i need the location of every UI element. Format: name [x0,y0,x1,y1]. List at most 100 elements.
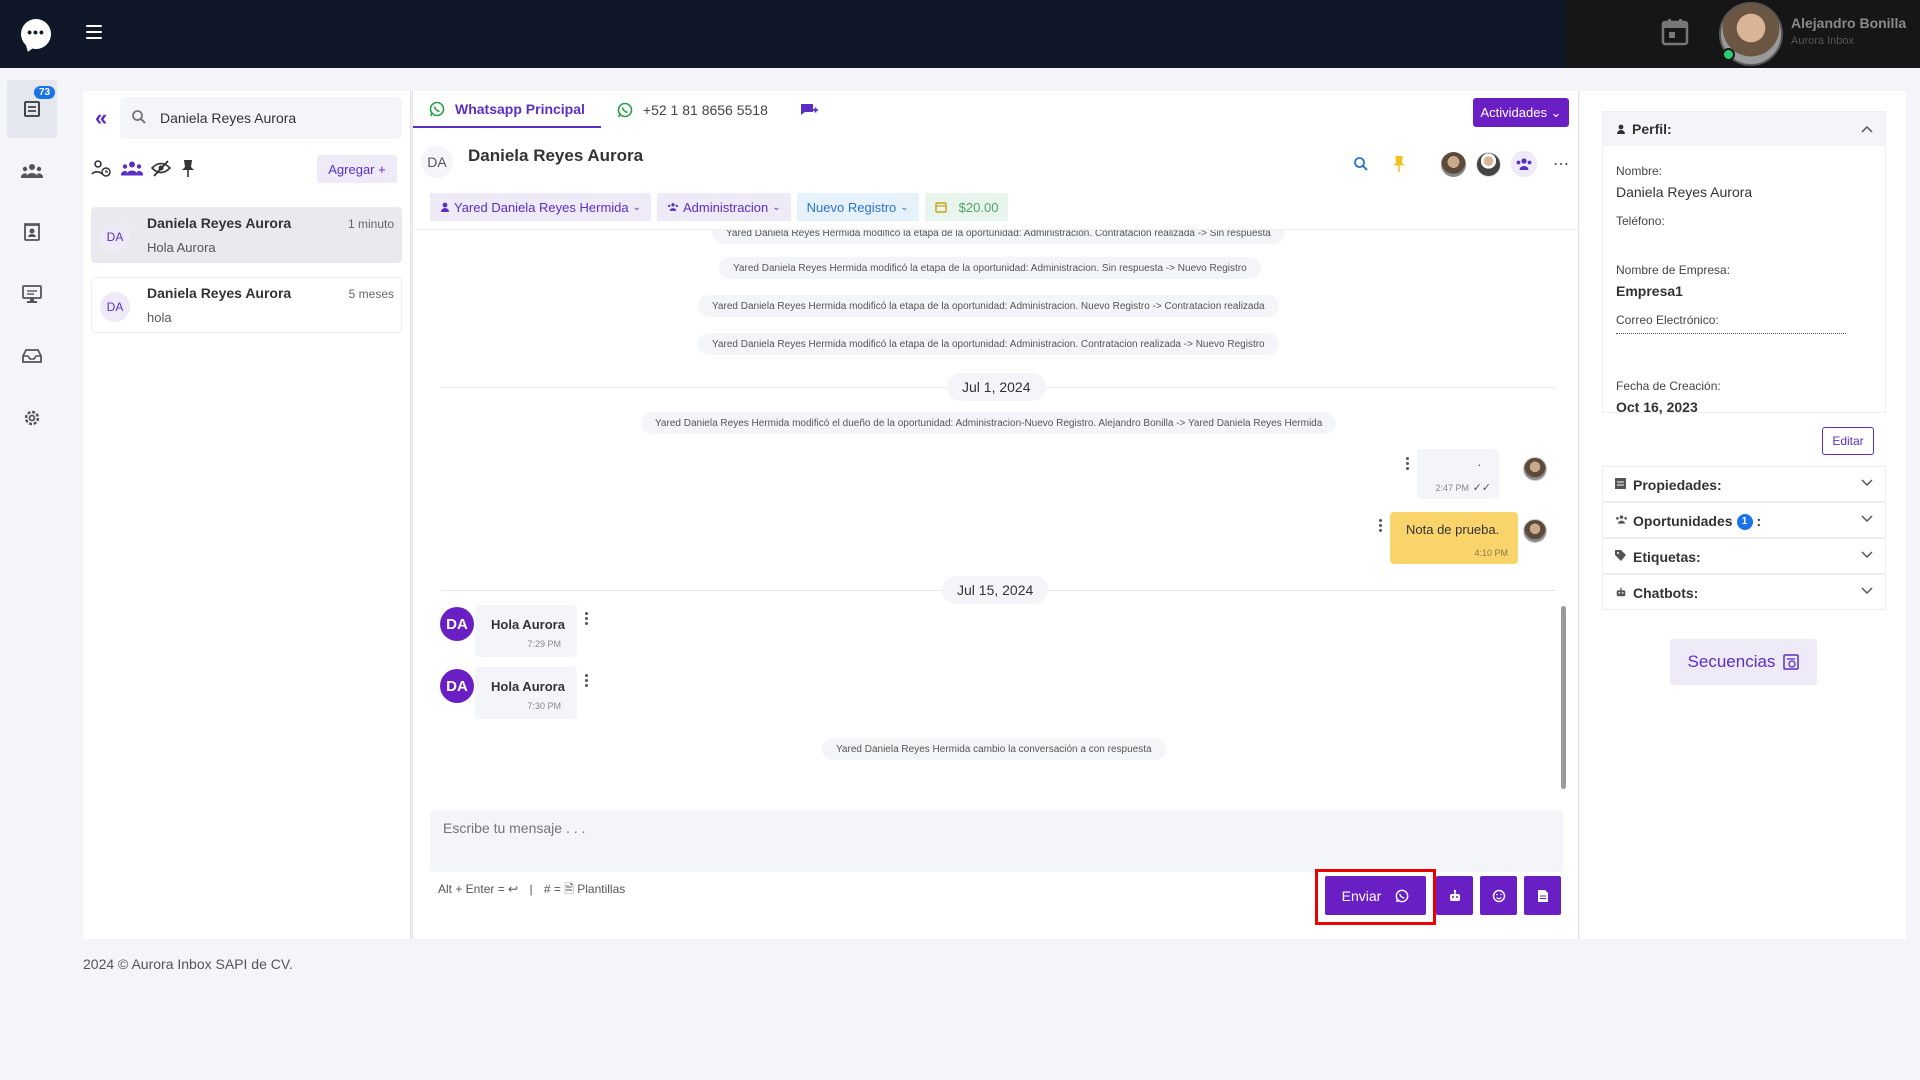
team-dropdown[interactable]: Administracion ⌄ [657,193,791,221]
team-filter-icon[interactable] [120,159,144,178]
message-options-icon[interactable] [1406,457,1410,471]
chatbots-section[interactable]: Chatbots: [1602,574,1886,610]
send-label: Enviar [1341,887,1382,904]
edit-button[interactable]: Editar [1822,427,1874,455]
agent-avatar[interactable] [1441,151,1466,177]
created-value: Oct 16, 2023 [1616,399,1698,415]
message-input[interactable] [430,810,1563,872]
opportunities-section[interactable]: Oportunidades 1 : [1602,502,1886,538]
phone-label: Teléfono: [1616,214,1665,228]
tab-new-chat[interactable] [784,91,834,128]
settings-icon [24,410,40,426]
contacts-icon [21,164,43,178]
chatbots-label: Chatbots: [1633,585,1699,601]
system-message: Yared Daniela Reyes Hermida modificó la … [712,230,1285,244]
team-icon[interactable] [1511,151,1537,177]
chevron-down-icon: ⌄ [900,201,909,213]
unread-count-badge: 73 [34,86,56,99]
contact-avatar: DA [421,146,453,178]
conversation-item[interactable]: DA Daniela Reyes Aurora 5 meses hola [91,277,402,333]
filter-icons [91,159,200,178]
profile-title: Perfil: [1632,121,1672,137]
message-text: Nota de prueba. [1406,522,1500,537]
emoji-button[interactable] [1480,876,1517,915]
message-options-icon[interactable] [585,674,589,688]
conversation-item[interactable]: DA Daniela Reyes Aurora 1 minuto Hola Au… [91,207,402,263]
profile-section-header[interactable]: Perfil: [1603,112,1885,146]
chevron-down-icon: ⌄ [632,201,642,213]
contact-name: Daniela Reyes Aurora [468,146,644,165]
chatbot-button[interactable] [1436,876,1473,915]
chevron-down-icon [1861,515,1873,523]
money-icon [934,202,947,213]
assigned-filter-icon[interactable] [91,159,111,178]
messages-scrollbar[interactable] [1561,606,1566,789]
search-input[interactable] [160,97,390,139]
conversation-time: 1 minuto [347,217,394,231]
contact-avatar: DA [100,292,130,322]
system-message: Yared Daniela Reyes Hermida modificó la … [698,333,1279,355]
send-shortcut-hint: Alt + Enter = ↩ [438,882,519,896]
nav-settings[interactable] [7,389,57,447]
conversations-icon [24,101,40,117]
conversation-search [120,97,402,139]
list-icon [1615,478,1626,489]
footer-copyright: 2024 © Aurora Inbox SAPI de CV. [83,956,293,972]
nav-contacts[interactable] [7,142,57,200]
add-conversation-button[interactable]: Agregar + [317,155,397,183]
date-label: Jul 15, 2024 [942,576,1049,604]
send-button[interactable]: Enviar [1325,876,1426,915]
template-button[interactable] [1524,876,1561,915]
nav-monitor[interactable] [7,265,57,323]
amount-tag[interactable]: $20.00 [924,193,1009,221]
activities-dropdown-button[interactable]: Actividades ⌄ [1473,98,1569,127]
templates-shortcut-hint: # = 🗎 Plantillas [543,882,626,896]
chat-bubble-logo-icon[interactable]: ••• [21,19,51,49]
calendar-icon[interactable] [1660,17,1690,47]
properties-section[interactable]: Propiedades: [1602,466,1886,502]
nav-agenda[interactable] [7,203,57,261]
sequence-icon [1783,654,1800,670]
user-name[interactable]: Alejandro Bonilla [1791,15,1906,31]
contact-avatar: DA [440,607,474,641]
opportunities-count-badge: 1 [1736,514,1753,531]
sequences-button[interactable]: Secuencias [1670,639,1817,685]
hidden-filter-icon[interactable] [150,159,172,178]
chat-header-actions: ⋯ [1353,151,1569,177]
amount-label: $20.00 [958,199,999,215]
agent-avatar[interactable] [1476,151,1501,177]
tab-phone-number[interactable]: +52 1 81 8656 5518 [601,91,784,128]
hamburger-icon[interactable] [86,25,102,39]
pinned-filter-icon[interactable] [181,159,200,178]
message-time: 7:29 PM [527,639,561,649]
online-status-dot [1722,48,1735,61]
search-icon[interactable] [1353,156,1369,172]
note-message: Nota de prueba. 4:10 PM [1390,512,1518,564]
contact-avatar: DA [100,222,130,252]
message-time: 7:30 PM [527,701,561,711]
tab-whatsapp-principal[interactable]: Whatsapp Principal [413,91,601,128]
profile-section: Perfil: Nombre: Daniela Reyes Aurora Tel… [1602,111,1886,415]
tab-label: +52 1 81 8656 5518 [642,101,768,118]
nav-inbox[interactable] [7,327,57,385]
owner-dropdown[interactable]: Yared Daniela Reyes Hermida ⌄ [430,193,652,221]
channel-tabs: Whatsapp Principal +52 1 81 8656 5518 [413,91,834,128]
message-options-icon[interactable] [1379,519,1383,533]
user-icon [1617,124,1625,134]
message-text: Hola Aurora [491,679,565,694]
pin-icon[interactable] [1391,155,1407,173]
emoji-icon [1492,889,1505,902]
message-composer [430,810,1563,872]
tags-section[interactable]: Etiquetas: [1602,538,1886,574]
team-icon [667,203,679,211]
collapse-panel-icon[interactable]: « [95,105,107,131]
incoming-message: Hola Aurora 7:29 PM [475,605,577,657]
message-options-icon[interactable] [585,612,589,626]
system-message: Yared Daniela Reyes Hermida modificó el … [641,412,1337,434]
stage-dropdown[interactable]: Nuevo Registro ⌄ [796,193,919,221]
double-check-icon: ✓✓ [1472,482,1491,494]
message-text: Hola Aurora [491,617,565,632]
more-options-icon[interactable]: ⋯ [1553,154,1569,174]
chat-panel: Whatsapp Principal +52 1 81 8656 5518 Ac… [412,91,1580,939]
opportunities-text: Oportunidades [1633,513,1733,529]
